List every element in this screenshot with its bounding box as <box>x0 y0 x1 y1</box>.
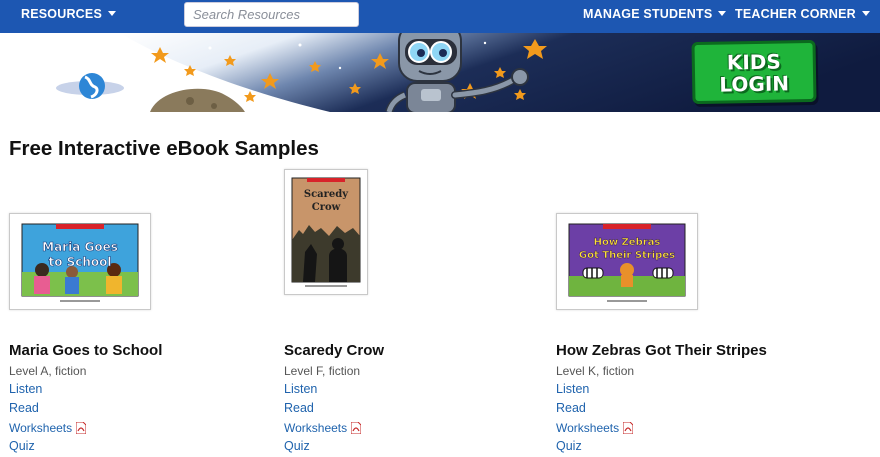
resources-menu-label: RESOURCES <box>21 7 102 21</box>
read-link[interactable]: Read <box>284 401 314 415</box>
planet-icon <box>56 73 124 99</box>
chevron-down-icon <box>861 11 870 16</box>
listen-link[interactable]: Listen <box>284 382 317 396</box>
book-cover-scaredy-crow[interactable]: Scaredy Crow <box>284 169 368 295</box>
kids-login-line1: KIDS <box>726 49 781 75</box>
read-link[interactable]: Read <box>9 401 39 415</box>
teacher-corner-label: TEACHER CORNER <box>735 7 856 21</box>
book-cover-image: Scaredy Crow <box>285 170 367 294</box>
robot-mascot-icon <box>385 33 529 112</box>
book-cover-zebras[interactable]: How Zebras Got Their Stripes <box>556 213 698 310</box>
kids-login-line2: LOGIN <box>719 71 790 97</box>
top-navigation-bar: RESOURCES MANAGE STUDENTS TEACHER CORNER <box>0 0 880 33</box>
book-cover-image: Maria Goes to School <box>10 214 150 309</box>
pdf-icon <box>351 422 362 434</box>
listen-link[interactable]: Listen <box>9 382 42 396</box>
svg-text:Crow: Crow <box>312 202 341 213</box>
book-level: Level K, fiction <box>556 364 635 378</box>
worksheets-link[interactable]: Worksheets <box>9 421 87 435</box>
worksheets-label: Worksheets <box>556 421 620 435</box>
space-banner: KIDS LOGIN <box>0 33 880 112</box>
book-cover-maria[interactable]: Maria Goes to School <box>9 213 151 310</box>
teacher-corner-menu[interactable]: TEACHER CORNER <box>735 0 870 29</box>
book-title: How Zebras Got Their Stripes <box>556 342 767 359</box>
svg-text:Scaredy: Scaredy <box>304 189 349 200</box>
svg-text:to School: to School <box>48 255 111 269</box>
quiz-link[interactable]: Quiz <box>284 439 310 453</box>
chevron-down-icon <box>107 11 116 16</box>
kids-login-button[interactable]: KIDS LOGIN <box>691 39 817 105</box>
worksheets-link[interactable]: Worksheets <box>284 421 362 435</box>
worksheets-link[interactable]: Worksheets <box>556 421 634 435</box>
worksheets-label: Worksheets <box>9 421 73 435</box>
search-input[interactable] <box>184 2 359 27</box>
book-cover-image: How Zebras Got Their Stripes <box>557 214 697 309</box>
book-level: Level A, fiction <box>9 364 87 378</box>
page-title: Free Interactive eBook Samples <box>9 137 319 160</box>
book-title: Maria Goes to School <box>9 342 163 359</box>
quiz-link[interactable]: Quiz <box>556 439 582 453</box>
manage-students-menu[interactable]: MANAGE STUDENTS <box>583 0 727 29</box>
svg-text:How Zebras: How Zebras <box>594 237 661 248</box>
read-link[interactable]: Read <box>556 401 586 415</box>
worksheets-label: Worksheets <box>284 421 348 435</box>
svg-text:Got Their Stripes: Got Their Stripes <box>579 250 675 261</box>
pdf-icon <box>623 422 634 434</box>
quiz-link[interactable]: Quiz <box>9 439 35 453</box>
chevron-down-icon <box>718 11 727 16</box>
pdf-icon <box>76 422 87 434</box>
listen-link[interactable]: Listen <box>556 382 589 396</box>
resources-menu[interactable]: RESOURCES <box>21 0 116 29</box>
svg-text:Maria Goes: Maria Goes <box>42 240 118 254</box>
manage-students-label: MANAGE STUDENTS <box>583 7 713 21</box>
book-title: Scaredy Crow <box>284 342 385 359</box>
book-level: Level F, fiction <box>284 364 361 378</box>
